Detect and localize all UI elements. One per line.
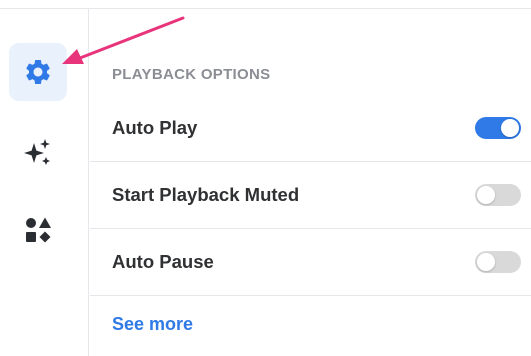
toggle-knob (477, 253, 495, 271)
option-row-auto-play: Auto Play (90, 95, 531, 162)
option-label: Auto Play (112, 117, 198, 138)
playback-panel: PLAYBACK OPTIONS Auto Play Start Playbac… (90, 8, 531, 356)
sidebar-item-effects[interactable] (9, 124, 67, 182)
sidebar-rail (0, 8, 89, 356)
sidebar-item-settings[interactable] (9, 43, 67, 101)
see-more-link[interactable]: See more (112, 314, 193, 335)
option-label: Auto Pause (112, 251, 214, 272)
sparkles-icon (24, 139, 50, 165)
option-row-auto-pause: Auto Pause (90, 229, 531, 296)
option-row-start-muted: Start Playback Muted (90, 162, 531, 229)
toggle-knob (477, 186, 495, 204)
auto-pause-toggle[interactable] (475, 251, 521, 273)
section-title: PLAYBACK OPTIONS (112, 66, 271, 83)
start-muted-toggle[interactable] (475, 184, 521, 206)
toggle-knob (501, 119, 519, 137)
gear-icon (26, 59, 50, 84)
sidebar-item-shapes[interactable] (9, 201, 67, 259)
option-label: Start Playback Muted (112, 184, 300, 205)
auto-play-toggle[interactable] (475, 117, 521, 139)
shapes-icon (26, 217, 51, 243)
